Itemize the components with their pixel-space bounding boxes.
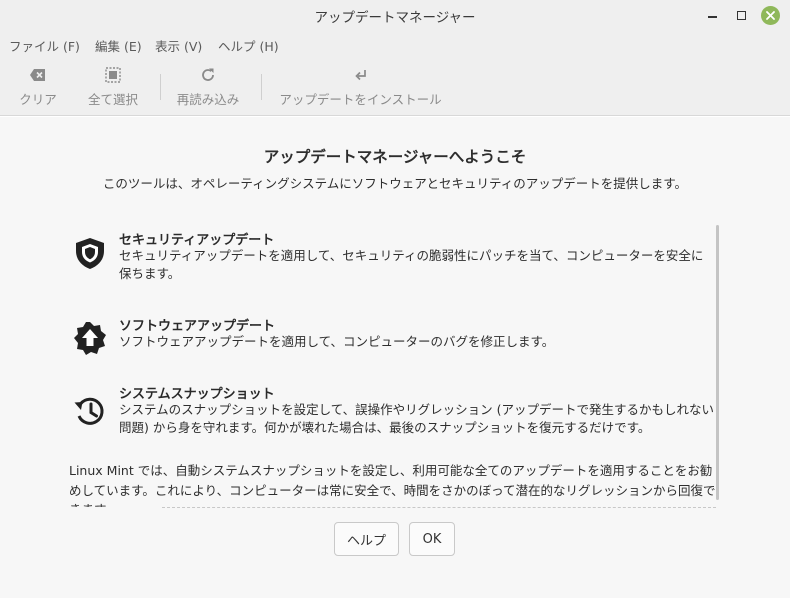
upgrade-badge-icon — [72, 320, 108, 356]
welcome-page: アップデートマネージャーへようこそ このツールは、オペレーティングシステムにソフ… — [0, 117, 790, 598]
toolbar-separator — [261, 74, 262, 100]
backspace-icon — [29, 64, 47, 86]
history-icon — [72, 393, 108, 429]
close-button[interactable] — [759, 4, 781, 26]
menu-help[interactable]: ヘルプ (H) — [218, 36, 279, 55]
refresh-label: 再読み込み — [176, 92, 240, 107]
menu-edit[interactable]: 編集 (E) — [95, 36, 142, 55]
title-bar: アップデートマネージャー — [0, 0, 790, 30]
clear-label: クリア — [19, 92, 57, 107]
refresh-button[interactable]: 再読み込み — [174, 64, 242, 108]
recommendation-note: Linux Mint では、自動システムスナップショットを設定し、利用可能な全て… — [69, 463, 716, 507]
minimize-icon — [707, 16, 717, 18]
help-button[interactable]: ヘルプ — [334, 522, 399, 556]
feature-description: セキュリティアップデートを適用して、セキュリティの脆弱性にパッチを当て、コンピュ… — [119, 248, 704, 281]
feature-title: システムスナップショット — [119, 387, 275, 402]
feature-description: ソフトウェアアップデートを適用して、コンピューターのバグを修正します。 — [119, 334, 555, 349]
menu-bar: ファイル (F) 編集 (E) 表示 (V) ヘルプ (H) — [0, 30, 790, 56]
menu-view[interactable]: 表示 (V) — [155, 36, 202, 55]
scrollbar[interactable] — [716, 225, 719, 500]
clear-button[interactable]: クリア — [17, 64, 59, 108]
info-scroll-area[interactable]: セキュリティアップデート セキュリティアップデートを適用して、セキュリティの脆弱… — [68, 225, 720, 507]
maximize-icon — [736, 10, 746, 20]
ok-button[interactable]: OK — [409, 522, 455, 556]
scroll-edge-divider — [162, 507, 716, 508]
menu-file[interactable]: ファイル (F) — [9, 36, 80, 55]
maximize-button[interactable] — [730, 4, 752, 26]
select-all-button[interactable]: 全て選択 — [86, 64, 140, 108]
feature-title: ソフトウェアアップデート — [119, 319, 276, 334]
welcome-subtitle: このツールは、オペレーティングシステムにソフトウェアとセキュリティのアップデート… — [102, 176, 688, 191]
select-all-label: 全て選択 — [87, 92, 138, 107]
toolbar-separator — [160, 74, 161, 100]
feature-title: セキュリティアップデート — [119, 233, 275, 248]
minimize-button[interactable] — [701, 4, 723, 26]
select-all-icon — [105, 64, 121, 86]
close-icon — [760, 5, 780, 25]
shield-icon — [72, 235, 108, 271]
toolbar: クリア 全て選択 再読み込み アップデートをインストール — [0, 56, 790, 116]
install-label: アップデートをインストール — [279, 92, 442, 107]
welcome-title: アップデートマネージャーへようこそ — [263, 148, 527, 166]
feature-description: システムのスナップショットを設定して、誤操作やリグレッション (アップデートで発… — [119, 402, 714, 435]
install-arrow-icon — [354, 64, 368, 86]
install-button[interactable]: アップデートをインストール — [275, 64, 446, 108]
refresh-icon — [199, 64, 217, 86]
window-title: アップデートマネージャー — [314, 10, 476, 26]
